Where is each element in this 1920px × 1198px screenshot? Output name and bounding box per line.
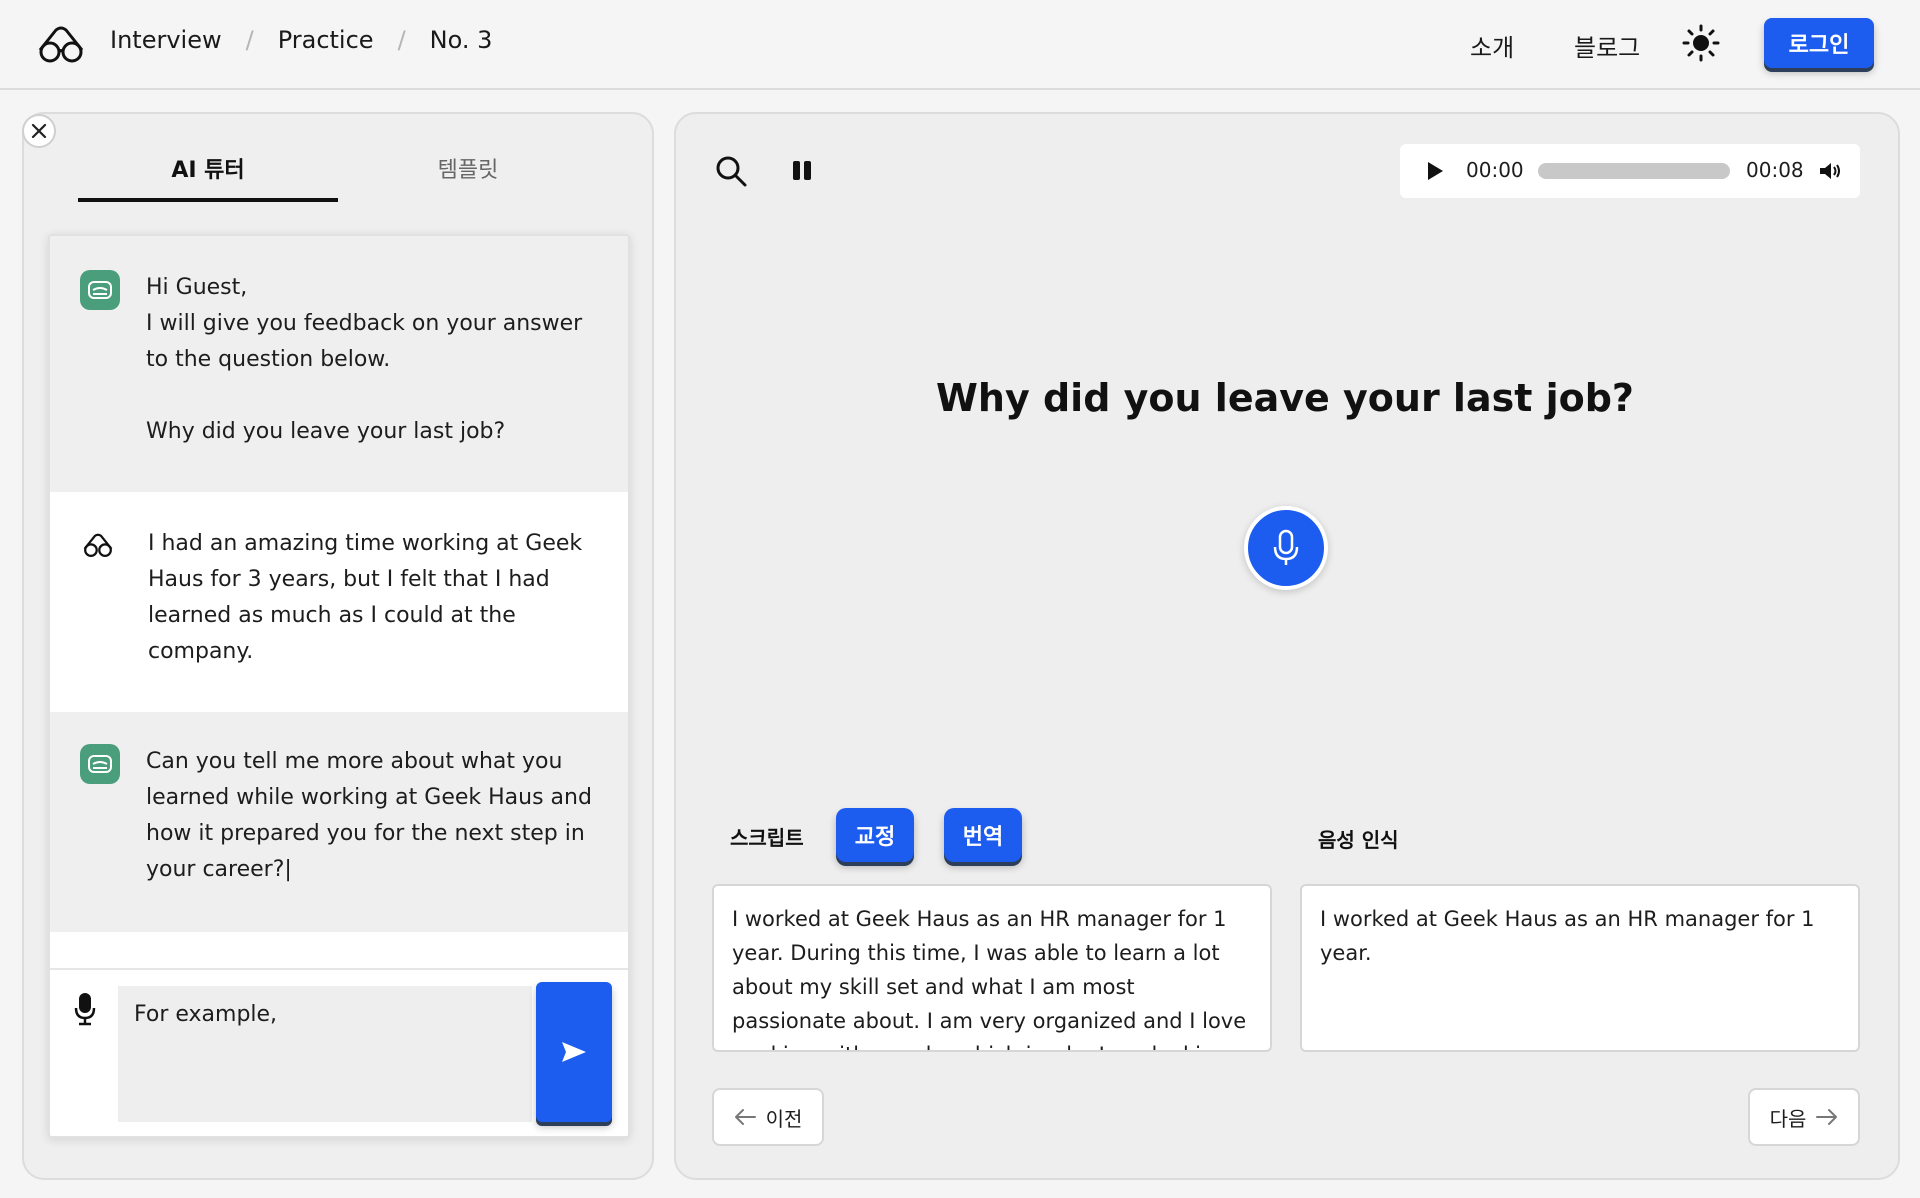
translate-button[interactable]: 번역 <box>944 808 1022 862</box>
breadcrumb-separator: / <box>245 26 254 54</box>
interview-question: Why did you leave your last job? <box>936 376 1634 420</box>
play-icon[interactable] <box>1426 160 1444 182</box>
arrow-left-icon <box>734 1109 756 1125</box>
tab-ai-tutor[interactable]: AI 튜터 <box>78 152 338 184</box>
ai-tutor-avatar <box>80 270 120 310</box>
nav-link-about[interactable]: 소개 <box>1470 28 1514 63</box>
previous-button[interactable]: 이전 <box>712 1088 824 1146</box>
chat-message-text: Can you tell me more about what you lear… <box>146 749 599 882</box>
sun-icon[interactable] <box>1682 24 1720 62</box>
speech-recognition-label: 음성 인식 <box>1318 828 1399 852</box>
chat-input-area: For example, <box>50 968 628 1136</box>
chat-message-user: I had an amazing time working at Geek Ha… <box>50 492 628 712</box>
search-icon[interactable] <box>714 154 748 188</box>
next-button[interactable]: 다음 <box>1748 1088 1860 1146</box>
audio-current-time: 00:00 <box>1466 158 1524 182</box>
chat-message-ai: Can you tell me more about what you lear… <box>50 712 628 932</box>
arrow-right-icon <box>1816 1109 1838 1125</box>
chat-container: Hi Guest, I will give you feedback on yo… <box>48 234 630 1138</box>
record-button[interactable] <box>1244 506 1328 590</box>
breadcrumb-item-interview[interactable]: Interview <box>110 26 222 54</box>
breadcrumb-separator: / <box>397 26 406 54</box>
correct-button[interactable]: 교정 <box>836 808 914 862</box>
nav-link-blog[interactable]: 블로그 <box>1574 28 1640 63</box>
script-textbox[interactable]: I worked at Geek Haus as an HR manager f… <box>712 884 1272 1052</box>
chat-input-field[interactable]: For example, <box>118 986 532 1122</box>
next-label: 다음 <box>1769 1106 1807 1131</box>
tab-templates[interactable]: 템플릿 <box>338 152 598 184</box>
ai-tutor-avatar <box>80 744 120 784</box>
chat-message-ai: Hi Guest, I will give you feedback on yo… <box>50 236 628 492</box>
login-button[interactable]: 로그인 <box>1764 18 1874 68</box>
robot-icon <box>88 281 112 299</box>
close-icon <box>31 123 47 139</box>
glasses-logo-icon[interactable] <box>36 24 86 64</box>
audio-player: 00:00 00:08 <box>1400 144 1860 198</box>
close-panel-button[interactable] <box>22 114 56 148</box>
breadcrumb-item-practice[interactable]: Practice <box>278 26 374 54</box>
script-label: 스크립트 <box>730 826 804 850</box>
top-header: Interview / Practice / No. 3 소개 블로그 로그인 <box>0 0 1920 90</box>
send-button[interactable] <box>536 982 612 1122</box>
microphone-icon <box>1273 529 1299 565</box>
breadcrumb-item-current: No. 3 <box>429 26 493 54</box>
active-tab-indicator <box>78 198 338 202</box>
send-icon <box>562 1042 586 1062</box>
microphone-icon[interactable] <box>74 992 96 1026</box>
volume-icon[interactable] <box>1818 160 1842 182</box>
glasses-user-avatar-icon <box>83 533 113 557</box>
robot-icon <box>88 755 112 773</box>
chat-message-text: I had an amazing time working at Geek Ha… <box>148 531 590 664</box>
breadcrumb: Interview / Practice / No. 3 <box>110 26 492 54</box>
chat-message-text: Hi Guest, I will give you feedback on yo… <box>146 275 583 444</box>
audio-duration: 00:08 <box>1746 158 1804 182</box>
previous-label: 이전 <box>765 1106 803 1131</box>
speech-recognition-textbox[interactable]: I worked at Geek Haus as an HR manager f… <box>1300 884 1860 1052</box>
pause-icon[interactable] <box>790 158 814 184</box>
audio-progress-bar[interactable] <box>1538 163 1730 179</box>
